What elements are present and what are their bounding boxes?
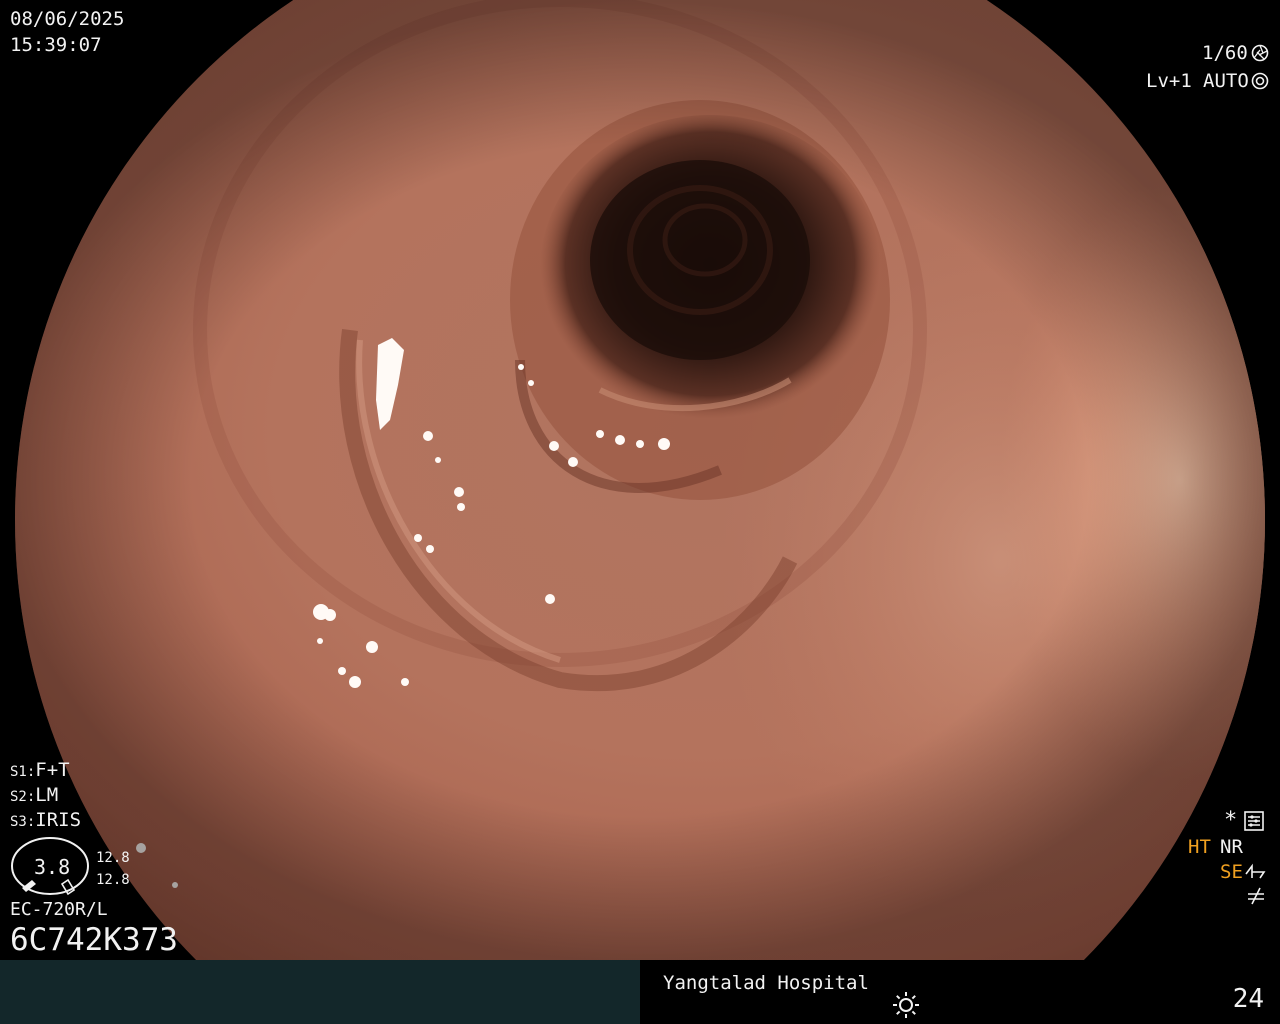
ht-indicator: HT bbox=[1188, 836, 1211, 858]
nr-indicator: NR bbox=[1220, 836, 1243, 858]
scope-model: EC-720R/L bbox=[10, 899, 108, 920]
gauge-upper: 12.8 bbox=[96, 850, 130, 866]
endoscope-view bbox=[15, 0, 1265, 960]
se-indicator: SE bbox=[1220, 861, 1243, 883]
setting-s2: S2:LM bbox=[10, 784, 59, 806]
settings-icon bbox=[1244, 811, 1264, 831]
brightness-level: Lv+1 bbox=[1146, 70, 1192, 92]
iris-icon bbox=[1251, 72, 1269, 90]
gauge-value: 3.8 bbox=[34, 855, 71, 879]
setting-s3: S3:IRIS bbox=[10, 809, 82, 831]
status-bar-panel bbox=[0, 960, 640, 1024]
image-count: 24 bbox=[1232, 984, 1264, 1014]
setting-s1: S1:F+T bbox=[10, 759, 70, 781]
filter-icon bbox=[1248, 887, 1264, 905]
status-bar bbox=[0, 960, 1280, 1024]
gauge-lower: 12.8 bbox=[96, 872, 130, 888]
scope-serial: 6C742K373 bbox=[10, 922, 178, 958]
star-indicator: * bbox=[1224, 808, 1238, 833]
exposure-mode: AUTO bbox=[1203, 70, 1249, 92]
time-label: 15:39:07 bbox=[10, 34, 102, 56]
shutter-speed: 1/60 bbox=[1202, 42, 1248, 64]
hospital-name: Yangtalad Hospital bbox=[663, 972, 869, 994]
structure-enhance-icon bbox=[1245, 863, 1266, 879]
sun-icon bbox=[893, 992, 919, 1018]
aperture-icon bbox=[1251, 44, 1269, 62]
date-label: 08/06/2025 bbox=[10, 8, 125, 30]
